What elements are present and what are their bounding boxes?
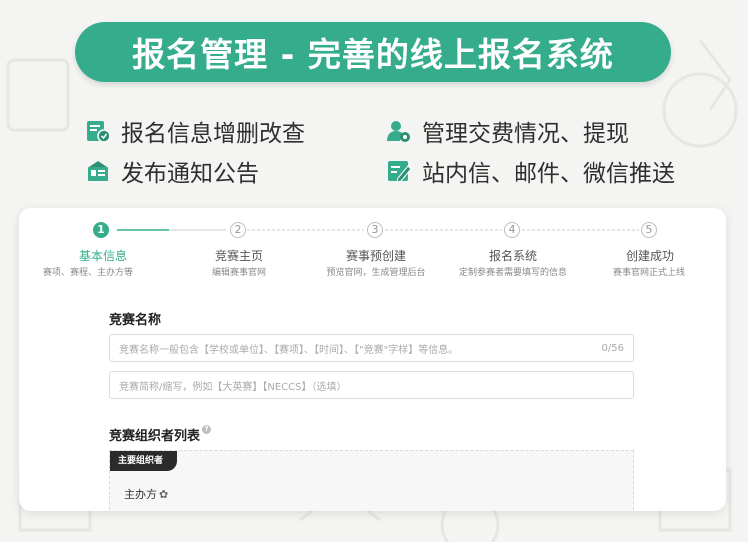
- step-2-label[interactable]: 竞赛主页: [169, 247, 309, 264]
- announcement-icon: [88, 161, 108, 181]
- user-settings-icon: [387, 121, 410, 142]
- feature-item: 发布通知公告: [85, 156, 259, 187]
- organizer-list-label: 竞赛组织者列表: [109, 429, 201, 444]
- step-5-subtitle: 赛事官网正式上线: [612, 268, 685, 278]
- banner: 报名管理 - 完善的线上报名系统: [75, 22, 671, 82]
- gear-icon[interactable]: ✿: [159, 488, 168, 501]
- banner-title: 报名管理 - 完善的线上报名系统: [132, 35, 614, 74]
- host-label: 主办方: [124, 488, 157, 501]
- organizer-list-title: 竞赛组织者列表?: [109, 425, 212, 444]
- step-2-indicator[interactable]: 2: [230, 222, 246, 238]
- help-icon[interactable]: ?: [202, 425, 212, 434]
- form-edit-icon: [87, 121, 111, 143]
- step-5-label[interactable]: 创建成功: [580, 247, 720, 264]
- feature-item: 站内信、邮件、微信推送: [386, 156, 675, 187]
- feature-label: 报名信息增删改查: [121, 121, 305, 147]
- step-1-label[interactable]: 基本信息: [33, 247, 173, 264]
- step-4-subtitle: 定制参赛者需要填写的信息: [458, 268, 567, 278]
- host-row: 主办方 ✿: [124, 486, 168, 502]
- step-1-indicator[interactable]: 1: [93, 222, 109, 238]
- message-edit-icon: [388, 161, 412, 183]
- competition-name-placeholder: 竞赛名称一般包含【学校或单位】、【赛项】、【时间】、【"竞赛"字样】等信息。: [119, 344, 459, 356]
- step-5-indicator[interactable]: 5: [641, 222, 657, 238]
- feature-label: 发布通知公告: [121, 161, 259, 187]
- competition-name-input[interactable]: 竞赛名称一般包含【学校或单位】、【赛项】、【时间】、【"竞赛"字样】等信息。 0…: [109, 334, 634, 362]
- step-3-indicator[interactable]: 3: [367, 222, 383, 238]
- competition-abbr-placeholder: 竞赛简称/缩写，例如【大英赛】【NECCS】（选填）: [119, 381, 347, 393]
- feature-label: 站内信、邮件、微信推送: [422, 161, 675, 187]
- step-1-subtitle: 赛项、赛程、主办方等: [42, 268, 133, 278]
- competition-abbr-input[interactable]: 竞赛简称/缩写，例如【大英赛】【NECCS】（选填）: [109, 371, 634, 399]
- step-4-label[interactable]: 报名系统: [443, 247, 583, 264]
- competition-name-title: 竞赛名称: [109, 313, 162, 328]
- step-2-subtitle: 编辑赛事官网: [211, 268, 266, 278]
- form-card: 1 基本信息 赛项、赛程、主办方等 2 竞赛主页 编辑赛事官网 3 赛事预创建 …: [19, 208, 726, 511]
- feature-item: 管理交费情况、提现: [386, 116, 629, 147]
- step-4-indicator[interactable]: 4: [504, 222, 520, 238]
- organizer-panel: 主要组织者 主办方 ✿: [109, 450, 634, 511]
- step-3-subtitle: 预览官网，生成管理后台: [326, 268, 426, 278]
- feature-item: 报名信息增删改查: [85, 116, 305, 147]
- character-count: 0/56: [601, 342, 624, 354]
- step-3-label[interactable]: 赛事预创建: [306, 247, 446, 264]
- main-organizer-tag: 主要组织者: [110, 451, 178, 471]
- feature-label: 管理交费情况、提现: [422, 121, 629, 147]
